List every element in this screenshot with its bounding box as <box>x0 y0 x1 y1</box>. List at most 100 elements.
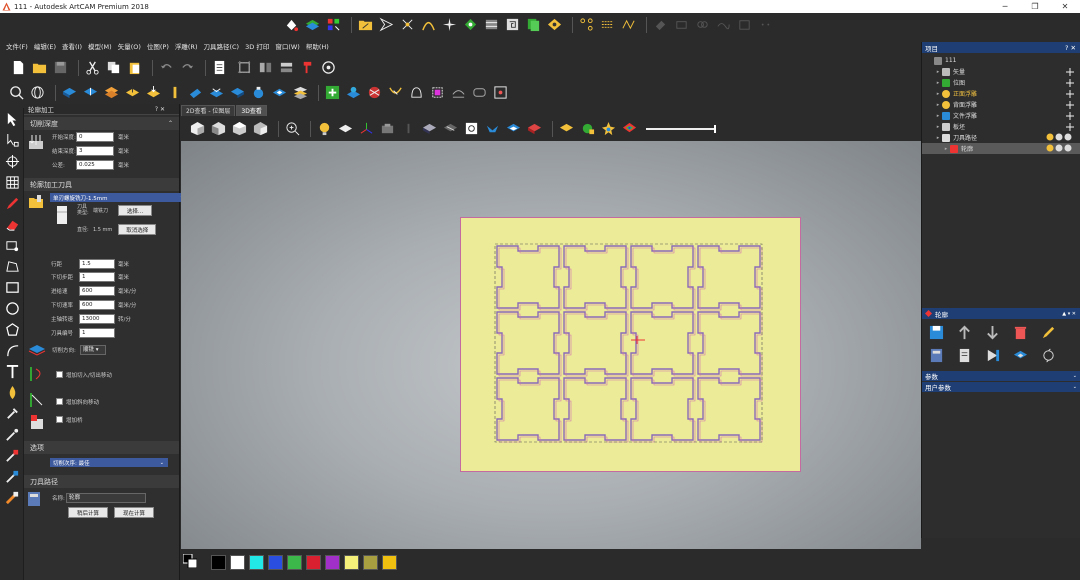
relief-arrow-icon[interactable] <box>145 84 162 101</box>
add-item-icon[interactable] <box>1066 100 1074 109</box>
eraser-icon[interactable] <box>4 216 21 233</box>
add-item-icon[interactable] <box>1066 89 1074 98</box>
save-toolpath-icon[interactable] <box>928 324 945 341</box>
color-swatch[interactable] <box>249 555 264 570</box>
spindle-input[interactable]: 13000 <box>79 313 115 324</box>
smudge-icon[interactable] <box>4 468 21 485</box>
rectangle-icon[interactable] <box>4 279 21 296</box>
color-swatch[interactable] <box>363 555 378 570</box>
shaded-view-icon[interactable] <box>421 120 438 137</box>
new-file-icon[interactable] <box>10 59 27 76</box>
select-arrow-icon[interactable] <box>4 111 21 128</box>
tree-item-project-root[interactable]: 111 <box>922 55 1080 66</box>
green-sphere-icon[interactable] <box>579 120 596 137</box>
polygon-icon[interactable] <box>4 321 21 338</box>
ramp-checkbox[interactable] <box>56 398 63 405</box>
expand-arrow-icon[interactable]: ▸ <box>934 80 942 86</box>
cube-side-icon[interactable] <box>231 120 248 137</box>
undo-icon[interactable] <box>158 59 175 76</box>
selected-tool-bar[interactable]: 单刃螺旋铣刀-1.5mm⌃ <box>50 193 188 202</box>
add-item-icon[interactable] <box>1066 111 1074 120</box>
end-depth-input[interactable]: 3 <box>76 145 114 156</box>
close-button[interactable]: ✕ <box>1050 0 1080 13</box>
tree-item-back-relief[interactable]: ▸ 背面浮雕 <box>922 99 1080 110</box>
node-edit-icon[interactable] <box>4 132 21 149</box>
weave-icon[interactable] <box>483 16 500 33</box>
expand-arrow-icon[interactable]: ▸ <box>934 135 942 141</box>
section-profile-tool[interactable]: 轮廓加工刀具 <box>24 178 179 191</box>
relief-frame-icon[interactable] <box>492 84 509 101</box>
text-tool-icon[interactable] <box>4 363 21 380</box>
relief-tilt-icon[interactable] <box>187 84 204 101</box>
visibility-bulbs-icon[interactable] <box>1046 133 1074 142</box>
tabs-checkbox[interactable] <box>56 416 63 423</box>
yellow-relief-icon[interactable] <box>558 120 575 137</box>
toolpath-name-input[interactable]: 轮廓 <box>66 492 146 503</box>
relief-cushion-icon[interactable] <box>271 84 288 101</box>
simulate-relief-icon[interactable] <box>1012 347 1029 364</box>
add-green-icon[interactable] <box>324 84 341 101</box>
tolerance-input[interactable]: 0.025 <box>76 159 114 170</box>
green-diamond-icon[interactable] <box>462 16 479 33</box>
transform-icon[interactable] <box>4 153 21 170</box>
layer-green-icon[interactable] <box>304 16 321 33</box>
sculpt-icon[interactable] <box>4 426 21 443</box>
params-section[interactable]: 参数 ⌄ <box>922 371 1080 381</box>
split-view-icon[interactable] <box>257 59 274 76</box>
tree-item-sheet[interactable]: ▸ 板坯 <box>922 121 1080 132</box>
relief-texture-icon[interactable] <box>366 84 383 101</box>
light-bulb-icon[interactable] <box>316 120 333 137</box>
shading-slider[interactable] <box>646 124 716 134</box>
plane-view-icon[interactable] <box>337 120 354 137</box>
yellow-eye-icon[interactable] <box>546 16 563 33</box>
pencil-red-icon[interactable] <box>4 195 21 212</box>
wave-nodes-icon[interactable] <box>620 16 637 33</box>
visibility-bulbs-icon[interactable] <box>1046 144 1074 153</box>
section-toolpath[interactable]: 刀具路径 <box>24 475 179 488</box>
transform-toolpath-icon[interactable] <box>1040 347 1057 364</box>
menu-vector[interactable]: 矢量(O) <box>118 41 141 51</box>
expand-arrow-icon[interactable]: ▸ <box>934 102 942 108</box>
delete-bin-icon[interactable] <box>1012 324 1029 341</box>
blue-relief-icon[interactable] <box>505 120 522 137</box>
circle-icon[interactable] <box>4 300 21 317</box>
cube-front-icon[interactable] <box>210 120 227 137</box>
zoom-icon[interactable] <box>8 84 25 101</box>
3d-viewport[interactable] <box>181 141 921 549</box>
tree-item-file-relief[interactable]: ▸ 文件浮雕 <box>922 110 1080 121</box>
grid-layout-icon[interactable] <box>236 59 253 76</box>
simulate-play-icon[interactable] <box>984 347 1001 364</box>
blue-splash-icon[interactable] <box>484 120 501 137</box>
relief-fill-icon[interactable] <box>345 84 362 101</box>
add-item-icon[interactable] <box>1066 122 1074 131</box>
drop-fill-icon[interactable] <box>4 384 21 401</box>
menu-toolpaths[interactable]: 刀具路径(C) <box>203 41 239 51</box>
paste-icon[interactable] <box>126 59 143 76</box>
relief-curve-icon[interactable] <box>450 84 467 101</box>
stepover-input[interactable]: 1.5 <box>79 258 115 269</box>
star-relief-icon[interactable] <box>600 120 617 137</box>
grid-snap-icon[interactable] <box>4 174 21 191</box>
toolpath-view-icon[interactable] <box>463 120 480 137</box>
contour-header-buttons[interactable]: ▲ ▾ ✕ <box>1062 311 1076 317</box>
wire-view-icon[interactable] <box>442 120 459 137</box>
tool-folder-icon[interactable] <box>28 194 44 210</box>
project-help-close[interactable]: ? ✕ <box>1065 44 1076 52</box>
color-swatch[interactable] <box>306 555 321 570</box>
edit-pencil-icon[interactable] <box>1040 324 1057 341</box>
menu-edit[interactable]: 编辑(E) <box>34 41 56 51</box>
small-tool-icon[interactable] <box>400 120 417 137</box>
redo-icon[interactable] <box>179 59 196 76</box>
tree-item-bitmaps[interactable]: ▸ 位图 <box>922 77 1080 88</box>
palette-reset-icon[interactable] <box>182 553 198 569</box>
calculator-blue-icon[interactable] <box>928 347 945 364</box>
menu-3d-print[interactable]: 3D 打印 <box>245 41 269 51</box>
star-burst-icon[interactable] <box>441 16 458 33</box>
relief-split-icon[interactable] <box>82 84 99 101</box>
user-params-section[interactable]: 用户参数 ⌄ <box>922 382 1080 392</box>
cut-order-bar[interactable]: 切削次序: 最佳 ⌄ <box>50 458 168 467</box>
move-down-arrow-icon[interactable] <box>984 324 1001 341</box>
tab-2d-view[interactable]: 2D查看 - 位图层 <box>181 105 236 116</box>
pen-red-icon[interactable] <box>299 59 316 76</box>
relief-bar-icon[interactable] <box>166 84 183 101</box>
